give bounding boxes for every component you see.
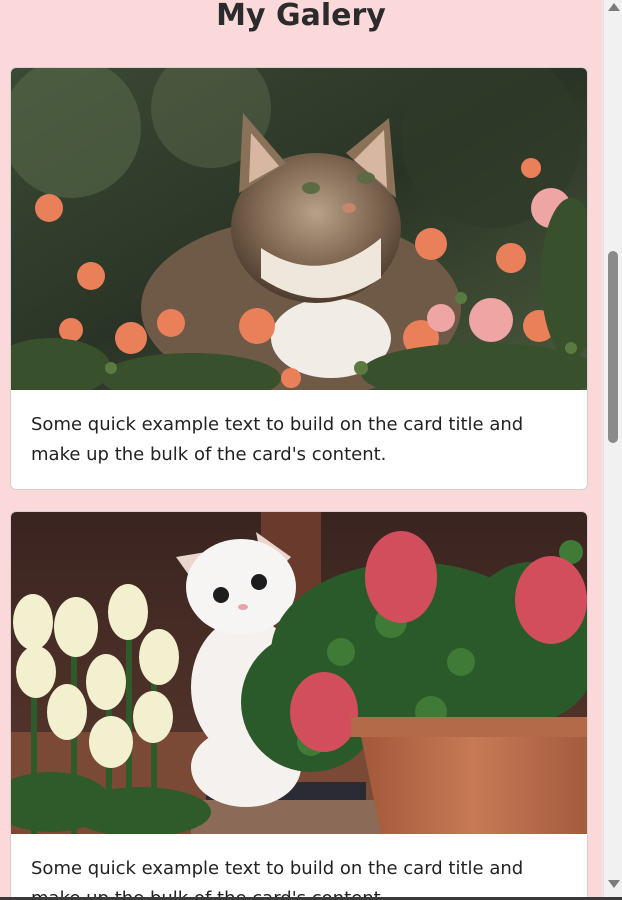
card-text: Some quick example text to build on the …: [31, 414, 524, 465]
gallery-card: Some quick example text to build on the …: [10, 511, 588, 897]
vertical-scrollbar[interactable]: [603, 0, 622, 897]
scroll-up-icon[interactable]: [608, 3, 620, 11]
scroll-down-icon[interactable]: [608, 880, 620, 888]
card-image-kitten-with-tulips: [11, 512, 587, 834]
card-image-cat-in-flowers: [11, 68, 587, 390]
page-title: My Galery: [216, 0, 386, 33]
scrollbar-thumb[interactable]: [608, 251, 618, 443]
card-text: Some quick example text to build on the …: [31, 858, 524, 897]
gallery-card: Some quick example text to build on the …: [10, 67, 588, 490]
gallery-page: My Galery Some quick example text to bui…: [0, 0, 602, 897]
